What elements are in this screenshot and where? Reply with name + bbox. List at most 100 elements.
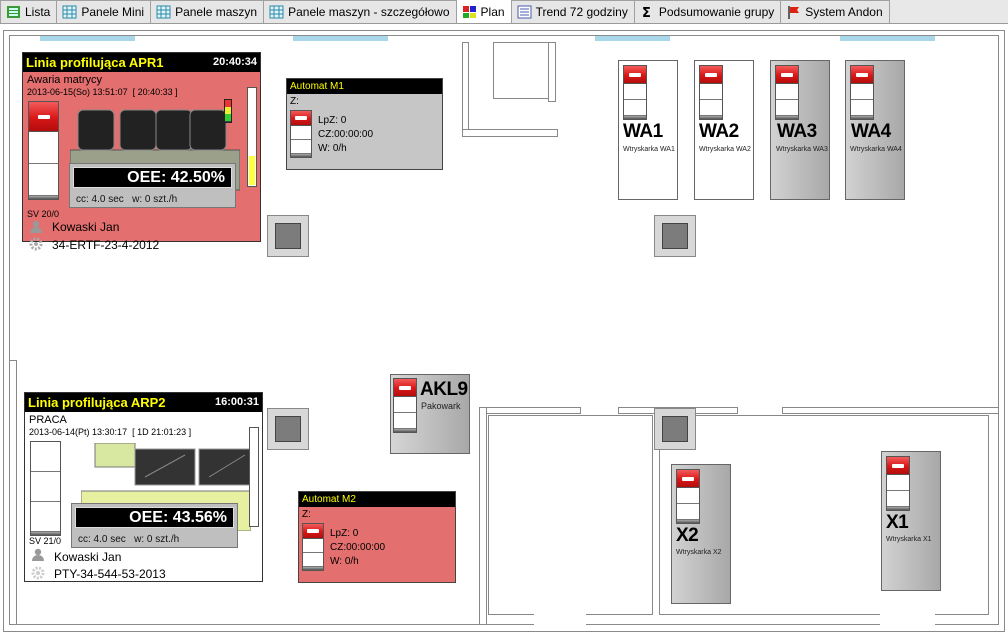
pillar	[654, 408, 696, 450]
line-since: 2013-06-15(So) 13:51:07 [ 20:40:33 ]	[27, 87, 178, 97]
tab-panele-maszyn-szczegolowo[interactable]: Panele maszyn - szczegółowo	[263, 0, 457, 23]
signal-tower	[290, 110, 312, 158]
pillar	[267, 215, 309, 257]
signal-tower	[699, 65, 723, 120]
level-bar	[247, 87, 257, 187]
tab-label: Panele maszyn - szczegółowo	[288, 5, 450, 19]
signal-tower	[393, 378, 417, 433]
wall	[462, 129, 558, 137]
line-panel-arp2[interactable]: Linia profilująca ARP2 16:00:31 PRACA 201…	[24, 392, 263, 582]
tab-label: Plan	[480, 4, 505, 19]
operator-name: Kowaski Jan	[52, 220, 120, 234]
line-title: Linia profilująca APR1	[26, 55, 164, 70]
sv-label: SV 20/0	[27, 209, 60, 219]
line-panel-apr1[interactable]: Linia profilująca APR1 20:40:34 Awaria ma…	[22, 52, 261, 252]
machine-label: Wtryskarka WA2	[699, 146, 751, 153]
tab-system-andon[interactable]: System Andon	[780, 0, 890, 23]
signal-tower	[676, 469, 700, 524]
machine-wa3[interactable]: WA3 Wtryskarka WA3	[770, 60, 830, 200]
signal-tower	[28, 101, 59, 200]
grid-icon	[156, 5, 171, 19]
machine-x2[interactable]: X2 Wtryskarka X2	[671, 464, 731, 604]
window	[293, 36, 388, 41]
cycle-time: cc: 4.0 sec	[76, 194, 124, 205]
level-bar	[249, 427, 259, 527]
oee-stats: cc: 4.0 sec w: 0 szt./h	[76, 194, 177, 205]
machine-akl9[interactable]: AKL9 Pakowark	[390, 374, 470, 454]
line-panel-header: Linia profilująca APR1 20:40:34	[23, 53, 260, 72]
plan-icon	[462, 5, 477, 19]
line-time: 16:00:31	[214, 396, 259, 408]
tab-label: Panele maszyn	[175, 5, 258, 19]
line-time: 20:40:34	[212, 56, 257, 68]
tab-panele-mini[interactable]: Panele Mini	[56, 0, 152, 23]
machine-name: X1	[886, 512, 909, 533]
oee-value: OEE: 43.56%	[75, 507, 234, 528]
duration-text: [ 20:40:33 ]	[132, 87, 178, 97]
tab-lista[interactable]: Lista	[0, 0, 58, 23]
machine-label: Wtryskarka WA4	[850, 146, 902, 153]
window	[840, 36, 935, 41]
machine-label: Wtryskarka WA3	[776, 146, 828, 153]
line-status: Awaria matrycy	[27, 74, 102, 86]
line-status: PRACA	[29, 414, 67, 426]
door	[534, 607, 586, 627]
order-number: PTY-34-544-53-2013	[54, 567, 166, 581]
operator-name: Kowaski Jan	[54, 550, 122, 564]
sigma-icon: Σ	[640, 5, 655, 21]
wall	[548, 42, 556, 102]
machine-name: WA3	[777, 121, 817, 142]
tab-label: System Andon	[805, 5, 883, 19]
automat-m1-panel[interactable]: Automat M1 Z: LpZ: 0 CZ:00:00:00 W: 0/h	[286, 78, 443, 170]
window	[595, 36, 670, 41]
automat-title: Automat M2	[299, 492, 455, 507]
grid-icon	[269, 5, 284, 19]
signal-tower	[30, 441, 61, 536]
gear-icon	[29, 237, 43, 254]
tab-label: Lista	[25, 5, 51, 19]
tab-label: Podsumowanie grupy	[658, 5, 775, 19]
duration-text: [ 1D 21:01:23 ]	[132, 427, 192, 437]
wall	[479, 407, 581, 414]
tab-bar: Lista Panele Mini Panele maszyn Panele m…	[0, 0, 1008, 24]
machine-name: WA4	[851, 121, 891, 142]
signal-tower	[850, 65, 874, 120]
automat-z: Z:	[290, 96, 299, 107]
machine-wa2[interactable]: WA2 Wtryskarka WA2	[694, 60, 754, 200]
gear-icon	[31, 566, 45, 583]
machine-wa1[interactable]: WA1 Wtryskarka WA1	[618, 60, 678, 200]
automat-m2-panel[interactable]: Automat M2 Z: LpZ: 0 CZ:00:00:00 W: 0/h	[298, 491, 456, 583]
machine-label: Wtryskarka WA1	[623, 146, 675, 153]
tab-label: Panele Mini	[81, 5, 145, 19]
machine-label: Pakowark	[421, 401, 461, 411]
wall	[462, 42, 469, 136]
wall	[9, 360, 17, 625]
signal-tower	[775, 65, 799, 120]
automat-cz: CZ:00:00:00	[330, 542, 386, 553]
door	[880, 613, 935, 627]
user-icon	[31, 548, 45, 565]
sv-label: SV 21/0	[29, 536, 62, 546]
wall	[479, 407, 487, 625]
room	[493, 42, 549, 99]
output-rate: w: 0 szt./h	[134, 534, 180, 545]
output-rate: w: 0 szt./h	[132, 194, 178, 205]
oee-value: OEE: 42.50%	[73, 167, 232, 188]
since-text: 2013-06-14(Pt) 13:30:17	[29, 427, 128, 437]
machine-wa4[interactable]: WA4 Wtryskarka WA4	[845, 60, 905, 200]
list-icon	[6, 5, 21, 19]
tab-panele-maszyn[interactable]: Panele maszyn	[150, 0, 265, 23]
tab-plan[interactable]: Plan	[455, 0, 512, 23]
user-icon	[29, 220, 43, 237]
line-since: 2013-06-14(Pt) 13:30:17 [ 1D 21:01:23 ]	[29, 427, 191, 437]
window	[40, 36, 135, 41]
tab-podsumowanie-grupy[interactable]: Σ Podsumowanie grupy	[633, 0, 782, 23]
pillar	[267, 408, 309, 450]
oee-box: OEE: 43.56% cc: 4.0 sec w: 0 szt./h	[71, 503, 238, 548]
flag-icon	[786, 5, 801, 19]
signal-tower	[623, 65, 647, 120]
tab-trend-72-godziny[interactable]: Trend 72 godziny	[510, 0, 635, 23]
machine-x1[interactable]: X1 Wtryskarka X1	[881, 451, 941, 591]
machine-label: Wtryskarka X2	[676, 549, 722, 556]
automat-z: Z:	[302, 509, 311, 520]
